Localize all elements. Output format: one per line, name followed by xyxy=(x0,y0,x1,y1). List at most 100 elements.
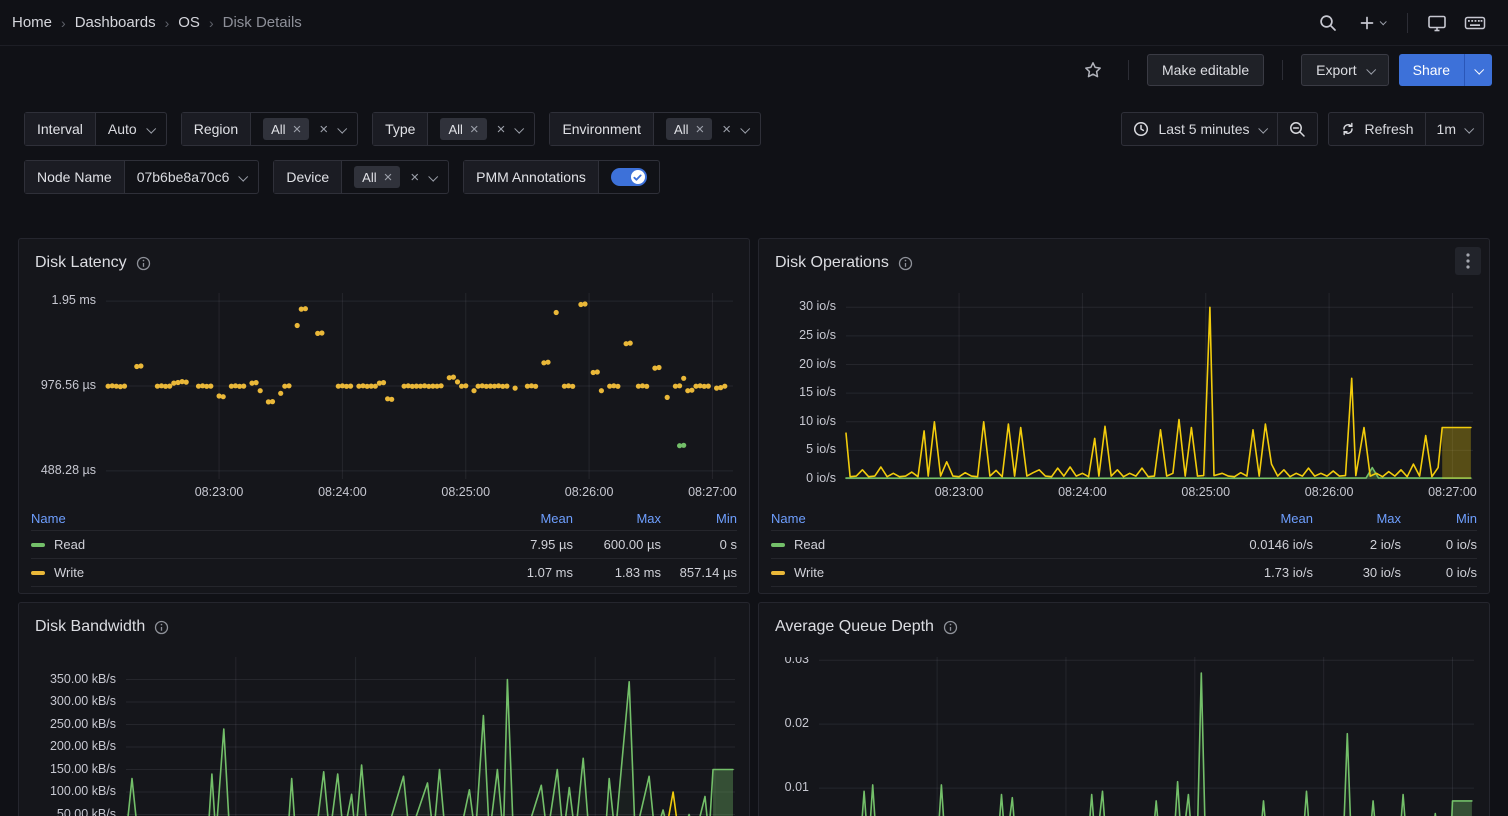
refresh-button[interactable]: Refresh xyxy=(1329,113,1425,145)
keyboard-shortcuts-icon[interactable] xyxy=(1458,7,1492,39)
type-label: Type xyxy=(373,113,428,145)
info-icon[interactable] xyxy=(136,256,151,271)
interval-label: Interval xyxy=(25,113,96,145)
legend-header-min[interactable]: Min xyxy=(661,511,737,526)
chevron-down-icon xyxy=(1474,64,1484,74)
panel-title[interactable]: Disk Bandwidth xyxy=(35,618,145,636)
chevron-down-icon xyxy=(515,123,525,133)
refresh-interval-select[interactable]: 1m xyxy=(1425,113,1483,145)
device-select[interactable]: All× × xyxy=(342,161,448,193)
breadcrumb-current: Disk Details xyxy=(223,14,302,31)
disk-bandwidth-chart[interactable]: 08:23:0008:24:0008:25:0008:26:0008:27:00… xyxy=(27,657,741,816)
share-dropdown-button[interactable] xyxy=(1464,54,1492,86)
legend-header-name[interactable]: Name xyxy=(31,511,477,526)
type-select[interactable]: All× × xyxy=(428,113,534,145)
breadcrumb-dashboards[interactable]: Dashboards xyxy=(75,14,156,31)
dashboard-grid: Disk Latency 08:23:0008:24:0008:25:0008:… xyxy=(18,238,1490,816)
legend-header-mean[interactable]: Mean xyxy=(1217,511,1313,526)
close-icon[interactable]: × xyxy=(293,122,302,137)
region-select[interactable]: All× × xyxy=(251,113,357,145)
device-label: Device xyxy=(274,161,342,193)
close-icon[interactable]: × xyxy=(695,122,704,137)
legend-header-name[interactable]: Name xyxy=(771,511,1217,526)
type-filter: Type All× × xyxy=(372,112,535,146)
chevron-down-icon xyxy=(428,171,438,181)
interval-select[interactable]: Auto xyxy=(96,113,166,145)
chevron-down-icon xyxy=(1258,123,1268,133)
panel-title[interactable]: Disk Operations xyxy=(775,254,889,272)
series-swatch xyxy=(31,543,45,547)
clear-icon[interactable]: × xyxy=(410,170,419,185)
series-swatch xyxy=(771,571,785,575)
series-swatch xyxy=(771,543,785,547)
legend: Name Mean Max Min Read 7.95 µs 600.00 µs… xyxy=(27,507,741,587)
close-icon[interactable]: × xyxy=(384,170,393,185)
pmm-annotations-toggle[interactable] xyxy=(611,168,647,186)
legend-row-write: Write 1.07 ms 1.83 ms 857.14 µs xyxy=(31,559,737,587)
legend-row-read: Read 7.95 µs 600.00 µs 0 s xyxy=(31,531,737,559)
legend-header-mean[interactable]: Mean xyxy=(477,511,573,526)
kiosk-mode-icon[interactable] xyxy=(1420,7,1454,39)
environment-chip[interactable]: All× xyxy=(666,118,712,140)
clear-icon[interactable]: × xyxy=(722,122,731,137)
disk-operations-chart[interactable]: 08:23:0008:24:0008:25:0008:26:0008:27:00… xyxy=(767,293,1481,505)
panel-disk-bandwidth: Disk Bandwidth 08:23:0008:24:0008:25:000… xyxy=(18,602,750,816)
toggle-knob xyxy=(631,170,645,184)
clear-icon[interactable]: × xyxy=(319,122,328,137)
legend-header-min[interactable]: Min xyxy=(1401,511,1477,526)
region-filter: Region All× × xyxy=(181,112,358,146)
panel-average-queue-depth: Average Queue Depth 08:23:0008:24:0008:2… xyxy=(758,602,1490,816)
chevron-down-icon xyxy=(337,123,347,133)
make-editable-button[interactable]: Make editable xyxy=(1147,54,1264,86)
time-range-picker[interactable]: Last 5 minutes xyxy=(1122,113,1276,145)
environment-select[interactable]: All× × xyxy=(654,113,760,145)
top-nav: Home › Dashboards › OS › Disk Details xyxy=(0,0,1508,46)
breadcrumb-os[interactable]: OS xyxy=(178,14,200,31)
zoom-out-time-button[interactable] xyxy=(1277,113,1317,145)
export-button[interactable]: Export xyxy=(1301,54,1388,86)
legend-header-max[interactable]: Max xyxy=(573,511,661,526)
type-chip[interactable]: All× xyxy=(440,118,486,140)
search-icon[interactable] xyxy=(1311,7,1345,39)
check-icon xyxy=(633,173,642,182)
add-new-button[interactable] xyxy=(1349,7,1395,39)
legend-header-max[interactable]: Max xyxy=(1313,511,1401,526)
info-icon[interactable] xyxy=(154,620,169,635)
series-swatch xyxy=(31,571,45,575)
share-button[interactable]: Share xyxy=(1399,54,1464,86)
environment-label: Environment xyxy=(550,113,654,145)
panel-menu-icon[interactable] xyxy=(1455,247,1481,275)
pmm-annotations-filter: PMM Annotations xyxy=(463,160,660,194)
panel-title[interactable]: Disk Latency xyxy=(35,254,127,272)
node-name-filter: Node Name 07b6be8a70c6 xyxy=(24,160,259,194)
legend-row-read: Read 0.0146 io/s 2 io/s 0 io/s xyxy=(771,531,1477,559)
average-queue-depth-chart[interactable]: 08:23:0008:24:0008:25:0008:26:0008:27:00… xyxy=(767,657,1481,816)
breadcrumb: Home › Dashboards › OS › Disk Details xyxy=(12,14,302,31)
node-name-select[interactable]: 07b6be8a70c6 xyxy=(125,161,259,193)
device-filter: Device All× × xyxy=(273,160,449,194)
info-icon[interactable] xyxy=(943,620,958,635)
device-chip[interactable]: All× xyxy=(354,166,400,188)
breadcrumb-separator: › xyxy=(209,15,214,31)
chevron-down-icon xyxy=(1380,18,1387,25)
dashboard-toolbar: Make editable Export Share xyxy=(0,46,1508,94)
share-split-button: Share xyxy=(1399,54,1492,86)
panel-title[interactable]: Average Queue Depth xyxy=(775,618,934,636)
star-icon[interactable] xyxy=(1076,54,1110,86)
interval-filter: Interval Auto xyxy=(24,112,167,146)
divider xyxy=(1128,60,1129,80)
chevron-down-icon xyxy=(740,123,750,133)
region-label: Region xyxy=(182,113,251,145)
chevron-down-icon xyxy=(1464,123,1474,133)
breadcrumb-separator: › xyxy=(165,15,170,31)
info-icon[interactable] xyxy=(898,256,913,271)
clear-icon[interactable]: × xyxy=(497,122,506,137)
region-chip[interactable]: All× xyxy=(263,118,309,140)
close-icon[interactable]: × xyxy=(470,122,479,137)
time-picker-group: Last 5 minutes xyxy=(1121,112,1317,146)
panel-disk-latency: Disk Latency 08:23:0008:24:0008:25:0008:… xyxy=(18,238,750,594)
disk-latency-chart[interactable]: 08:23:0008:24:0008:25:0008:26:0008:27:00… xyxy=(27,293,741,505)
pmm-annotations-label: PMM Annotations xyxy=(464,161,599,193)
filter-bar: Interval Auto Region All× × Type All× × … xyxy=(0,94,1508,194)
breadcrumb-home[interactable]: Home xyxy=(12,14,52,31)
